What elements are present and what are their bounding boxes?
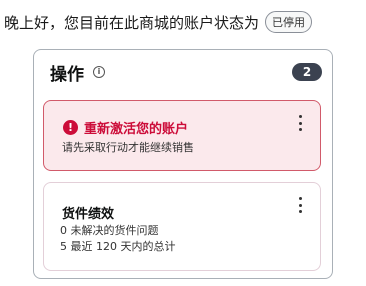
actions-count-badge: 2 bbox=[292, 63, 322, 81]
actions-title: 操作 bbox=[50, 64, 84, 85]
unresolved-issues-count: 0 bbox=[60, 224, 67, 237]
recent-total-label: 最近 120 天内的总计 bbox=[70, 240, 176, 253]
more-options-icon[interactable] bbox=[297, 197, 303, 213]
reactivate-account-card[interactable]: ! 重新激活您的账户 请先采取行动才能继续销售 bbox=[43, 100, 321, 171]
actions-card: 操作 i 2 ! 重新激活您的账户 请先采取行动才能继续销售 货件绩效 0 未解… bbox=[33, 49, 333, 279]
shipment-performance-title: 货件绩效 bbox=[62, 207, 115, 222]
actions-card-header: 操作 i 2 bbox=[50, 60, 322, 85]
unresolved-issues-label: 未解决的货件问题 bbox=[70, 224, 159, 237]
greeting-text: 晚上好，您目前在此商城的账户状态为 bbox=[4, 13, 260, 32]
recent-total-line: 5 最近 120 天内的总计 bbox=[60, 238, 176, 254]
account-status-header: 晚上好，您目前在此商城的账户状态为 已停用 bbox=[4, 10, 313, 34]
info-icon[interactable]: i bbox=[93, 66, 105, 78]
account-status-badge: 已停用 bbox=[265, 11, 313, 33]
alert-title-row: ! 重新激活您的账户 bbox=[63, 118, 188, 137]
alert-icon: ! bbox=[63, 120, 78, 135]
unresolved-issues-line: 0 未解决的货件问题 bbox=[60, 222, 159, 238]
recent-total-count: 5 bbox=[60, 240, 67, 253]
shipment-performance-card[interactable]: 货件绩效 0 未解决的货件问题 5 最近 120 天内的总计 bbox=[43, 182, 321, 271]
more-options-icon[interactable] bbox=[297, 115, 303, 131]
reactivate-account-link[interactable]: 重新激活您的账户 bbox=[84, 118, 188, 137]
alert-description: 请先采取行动才能继续销售 bbox=[62, 141, 194, 154]
